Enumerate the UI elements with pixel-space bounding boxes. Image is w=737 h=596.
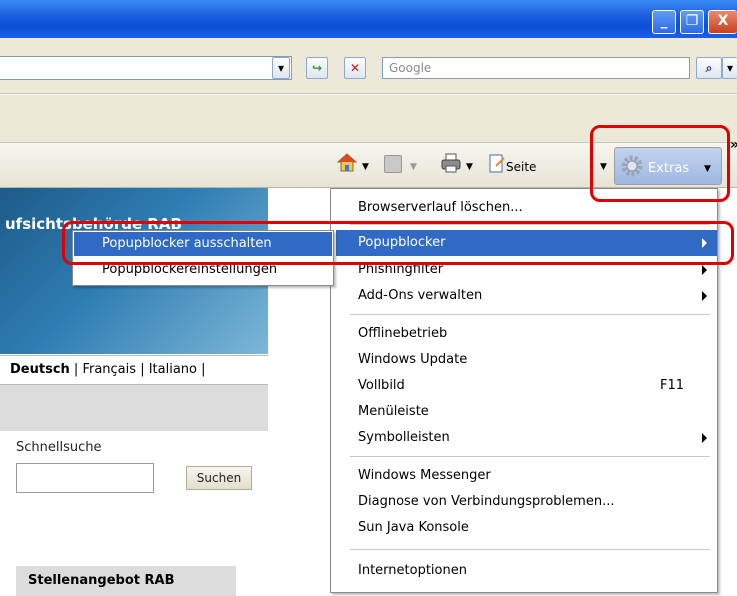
- home-icon[interactable]: [336, 152, 358, 174]
- menu-item-java-console[interactable]: Sun Java Konsole: [358, 516, 469, 540]
- language-bar: Deutsch | Français | Italiano |: [0, 355, 268, 385]
- quicksearch-label: Schnellsuche: [16, 440, 102, 455]
- menu-item-clear-history[interactable]: Browserverlauf löschen...: [358, 196, 523, 220]
- menu-item-fullscreen[interactable]: Vollbild: [358, 374, 405, 398]
- annotation-popup-blocker-highlight: [62, 221, 734, 265]
- address-dropdown-icon[interactable]: ▾: [272, 57, 290, 79]
- submenu-arrow-icon: [702, 433, 707, 443]
- menu-item-offline[interactable]: Offlinebetrieb: [358, 322, 447, 346]
- home-dropdown-icon[interactable]: ▼: [362, 156, 369, 178]
- menu-item-internet-options[interactable]: Internetoptionen: [358, 559, 467, 583]
- lang-link-it[interactable]: Italiano: [149, 362, 197, 377]
- menu-item-menubar[interactable]: Menüleiste: [358, 400, 429, 424]
- stop-icon[interactable]: ✕: [344, 57, 366, 79]
- restore-button[interactable]: ❐: [680, 10, 704, 34]
- lang-separator: |: [73, 362, 79, 377]
- search-input[interactable]: Google: [382, 57, 690, 79]
- lang-separator: |: [201, 362, 206, 377]
- menu-item-toolbars[interactable]: Symbolleisten: [358, 426, 450, 450]
- search-options-icon[interactable]: ▾: [722, 57, 737, 79]
- submenu-arrow-icon: [702, 265, 707, 275]
- quicksearch-input[interactable]: [16, 463, 154, 493]
- submenu-arrow-icon: [702, 291, 707, 301]
- jobs-heading[interactable]: Stellenangebot RAB: [16, 566, 236, 596]
- title-bar: [0, 0, 737, 38]
- lang-link-fr[interactable]: Français: [82, 362, 136, 377]
- menu-separator: [350, 456, 710, 457]
- page-icon: [488, 154, 506, 174]
- menu-item-windows-messenger[interactable]: Windows Messenger: [358, 464, 491, 488]
- menu-shortcut-f11: F11: [660, 378, 685, 393]
- menu-separator: [350, 314, 710, 315]
- lang-link-de[interactable]: Deutsch: [10, 362, 70, 377]
- address-input[interactable]: [0, 56, 292, 80]
- search-button[interactable]: Suchen: [186, 466, 252, 490]
- annotation-extras-highlight: [590, 125, 730, 202]
- menu-item-windows-update[interactable]: Windows Update: [358, 348, 467, 372]
- menu-item-diagnose-connection[interactable]: Diagnose von Verbindungsproblemen...: [358, 490, 614, 514]
- menu-separator: [350, 549, 710, 550]
- more-tools-chevron[interactable]: »: [730, 137, 737, 153]
- close-button[interactable]: X: [708, 10, 737, 34]
- feeds-icon[interactable]: [384, 155, 402, 173]
- lang-separator: |: [140, 362, 145, 377]
- nav-bar: [0, 385, 268, 431]
- minimize-button[interactable]: _: [652, 10, 676, 34]
- menu-item-manage-addons[interactable]: Add-Ons verwalten: [358, 284, 482, 308]
- page-menu-button[interactable]: Seite: [506, 156, 536, 178]
- go-icon[interactable]: ↪: [306, 57, 328, 79]
- feeds-dropdown-icon[interactable]: ▼: [410, 156, 417, 178]
- print-dropdown-icon[interactable]: ▼: [466, 156, 473, 178]
- search-icon[interactable]: ⌕: [696, 57, 722, 79]
- print-icon[interactable]: [440, 152, 462, 174]
